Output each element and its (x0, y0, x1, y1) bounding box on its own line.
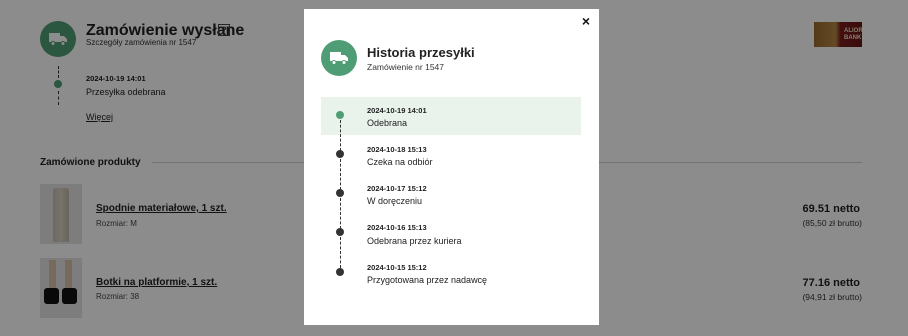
event-date: 2024-10-19 14:01 (367, 106, 427, 115)
event-status: Przygotowana przez nadawcę (367, 275, 488, 285)
timeline-connector (339, 198, 341, 229)
event-status: Odebrana (367, 118, 408, 128)
event-status: W doręczeniu (367, 196, 423, 206)
timeline-connector (339, 159, 341, 190)
event-status: Czeka na odbiór (367, 157, 433, 167)
event-dot (336, 189, 344, 197)
event-date: 2024-10-17 15:12 (367, 184, 427, 193)
current-event-highlight (321, 97, 581, 135)
modal-title: Historia przesyłki (367, 45, 475, 60)
timeline-connector (339, 237, 341, 268)
event-date: 2024-10-18 15:13 (367, 145, 427, 154)
modal-subtitle: Zamówienie nr 1547 (367, 62, 445, 72)
event-dot (336, 111, 344, 119)
event-dot (336, 150, 344, 158)
event-dot (336, 228, 344, 236)
event-date: 2024-10-16 15:13 (367, 223, 427, 232)
event-status: Odebrana przez kuriera (367, 236, 462, 246)
close-icon[interactable]: × (579, 13, 593, 29)
event-date: 2024-10-15 15:12 (367, 263, 427, 272)
timeline-connector (339, 120, 341, 151)
event-dot (336, 268, 344, 276)
truck-icon (321, 40, 357, 76)
shipment-history-modal: × Historia przesyłki Zamówienie nr 1547 … (304, 9, 599, 325)
